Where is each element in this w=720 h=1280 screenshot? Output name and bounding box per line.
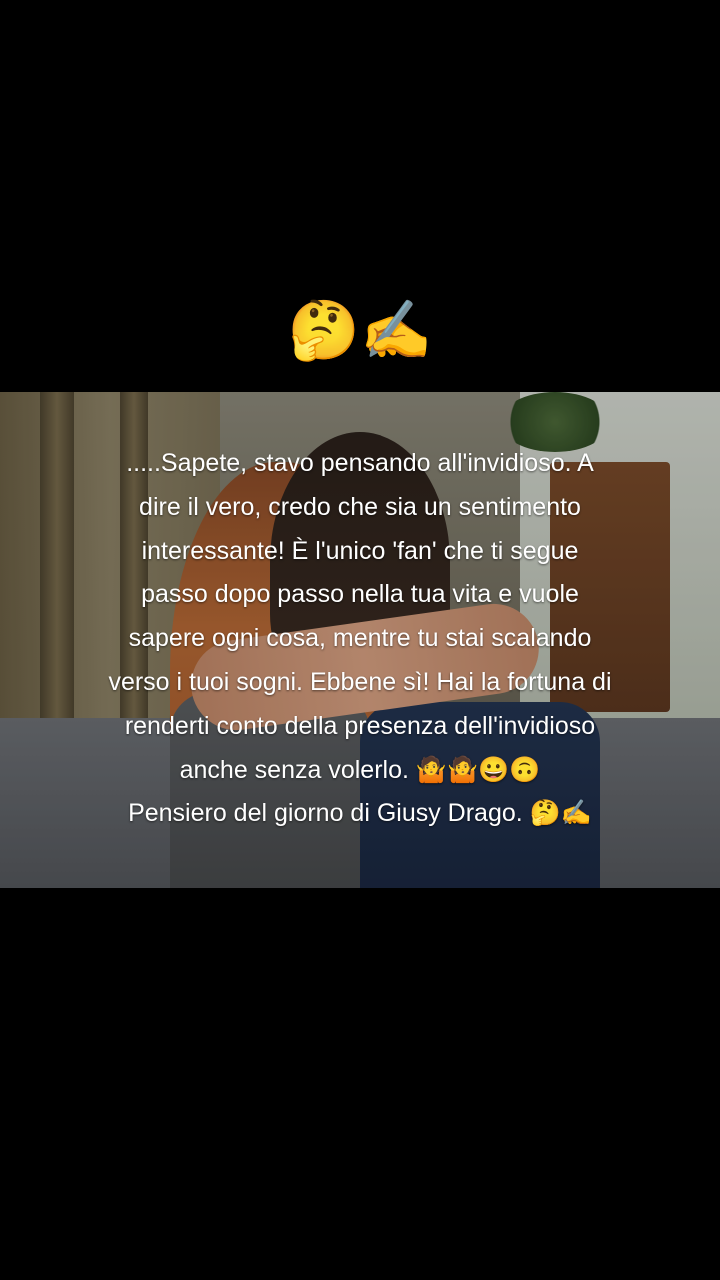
caption-line: anche senza volerlo. 🤷🤷😀🙃 xyxy=(179,755,541,784)
caption-line: sapere ogni cosa, mentre tu stai scaland… xyxy=(128,624,592,653)
caption-line: renderti conto della presenza dell'invid… xyxy=(124,711,596,740)
caption-line: .....Sapete, stavo pensando all'invidios… xyxy=(126,449,594,477)
header-emojis: 🤔✍️ xyxy=(287,296,433,364)
caption-line: verso i tuoi sogni. Ebbene sì! Hai la fo… xyxy=(108,667,612,696)
caption-line: Pensiero del giorno di Giusy Drago. 🤔✍️ xyxy=(128,799,592,828)
caption-text: .....Sapete, stavo pensando all'invidios… xyxy=(60,442,660,836)
caption-line: passo dopo passo nella tua vita e vuole xyxy=(141,580,579,609)
caption-line: dire il vero, credo che sia un sentiment… xyxy=(139,492,581,521)
caption-line: interessante! È l'unico 'fan' che ti seg… xyxy=(141,536,579,565)
